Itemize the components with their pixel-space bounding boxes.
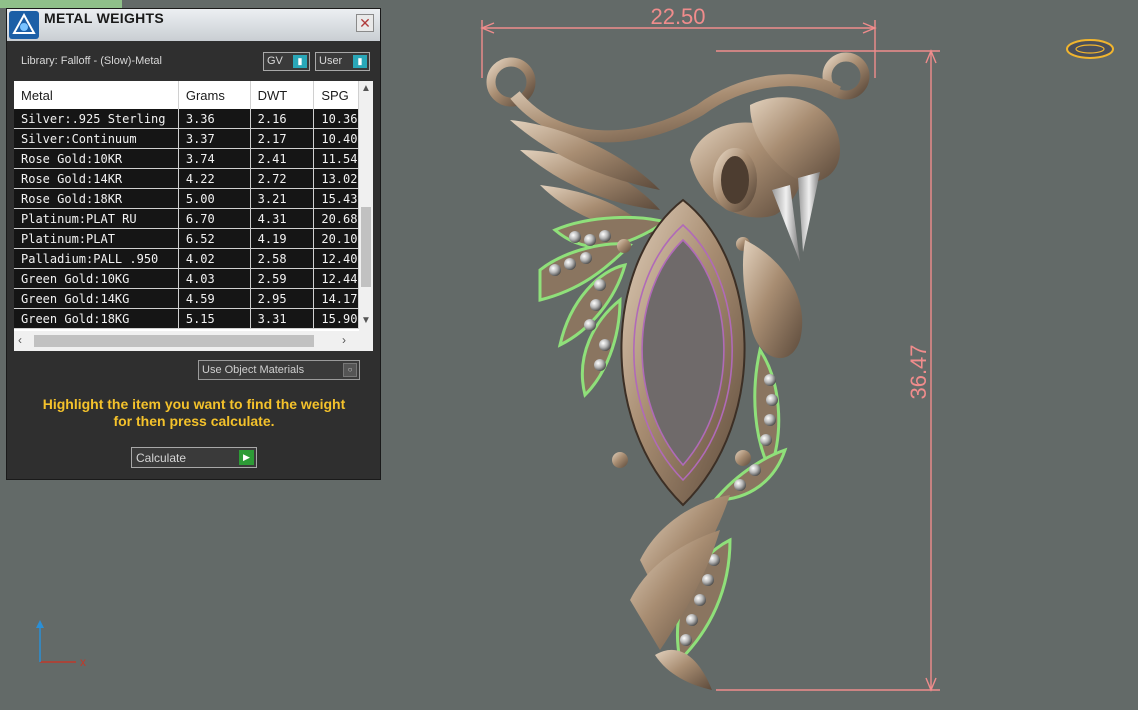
view-navigation-icon[interactable] xyxy=(1066,39,1114,59)
column-header-metal[interactable]: Metal xyxy=(14,81,179,109)
table-row[interactable]: Green Gold:18KG 5.15 3.31 15.90 xyxy=(14,308,359,329)
spg-cell: 11.54 xyxy=(313,148,359,169)
user-toggle[interactable]: User ▮ xyxy=(315,52,370,71)
table-vertical-scrollbar[interactable]: ▲ ▼ xyxy=(359,81,373,331)
metal-cell: Rose Gold:10KR xyxy=(14,148,179,169)
grams-cell: 3.36 xyxy=(178,109,251,129)
spg-cell: 12.44 xyxy=(313,268,359,289)
dwt-cell: 2.16 xyxy=(250,109,315,129)
axis-gizmo: x xyxy=(36,620,86,669)
metal-weights-table: Metal Grams DWT SPG Silver:.925 Sterling… xyxy=(14,81,359,329)
dwt-cell: 4.19 xyxy=(250,228,315,249)
table-header-row: Metal Grams DWT SPG xyxy=(14,81,359,109)
spg-cell: 20.10 xyxy=(313,228,359,249)
spg-cell: 13.02 xyxy=(313,168,359,189)
instruction-text: Highlight the item you want to find the … xyxy=(19,396,369,430)
grams-cell: 4.22 xyxy=(178,168,251,189)
metal-weights-table-container[interactable]: Metal Grams DWT SPG Silver:.925 Sterling… xyxy=(14,81,373,351)
radio-indicator-icon: ○ xyxy=(343,363,357,377)
play-icon: ▶ xyxy=(239,450,254,465)
spg-cell: 15.43 xyxy=(313,188,359,209)
dwt-cell: 2.41 xyxy=(250,148,315,169)
horizontal-scroll-thumb[interactable] xyxy=(34,335,314,347)
grams-cell: 4.03 xyxy=(178,268,251,289)
spg-cell: 15.90 xyxy=(313,308,359,329)
table-row[interactable]: Green Gold:14KG 4.59 2.95 14.17 xyxy=(14,288,359,309)
dwt-cell: 2.95 xyxy=(250,288,315,309)
spg-cell: 10.36 xyxy=(313,109,359,129)
metal-cell: Platinum:PLAT xyxy=(14,228,179,249)
metal-cell: Silver:Continuum xyxy=(14,128,179,149)
dialog-title: METAL WEIGHTS xyxy=(44,10,165,26)
table-row[interactable]: Rose Gold:10KR 3.74 2.41 11.54 xyxy=(14,148,359,169)
table-horizontal-scrollbar[interactable]: ‹ › xyxy=(14,331,373,351)
scroll-up-icon[interactable]: ▲ xyxy=(359,83,373,94)
column-header-dwt[interactable]: DWT xyxy=(250,81,315,109)
library-label: Library: Falloff - (Slow)-Metal xyxy=(21,55,162,67)
metal-cell: Rose Gold:18KR xyxy=(14,188,179,209)
dwt-cell: 4.31 xyxy=(250,208,315,229)
grams-cell: 3.74 xyxy=(178,148,251,169)
grams-cell: 3.37 xyxy=(178,128,251,149)
dwt-cell: 3.31 xyxy=(250,308,315,329)
dwt-cell: 2.58 xyxy=(250,248,315,269)
column-header-spg[interactable]: SPG xyxy=(313,81,359,109)
height-dimension-label: 36.47 xyxy=(906,344,931,399)
grams-cell: 5.00 xyxy=(178,188,251,209)
calculate-button-label: Calculate xyxy=(136,451,187,465)
toggle-knob-icon: ▮ xyxy=(353,55,367,68)
spg-cell: 20.68 xyxy=(313,208,359,229)
scroll-left-icon[interactable]: ‹ xyxy=(18,333,22,347)
metal-cell: Rose Gold:14KR xyxy=(14,168,179,189)
scroll-right-icon[interactable]: › xyxy=(342,333,346,347)
pendant-model[interactable] xyxy=(486,52,870,690)
axis-x-label: x xyxy=(80,655,86,669)
table-row[interactable]: Rose Gold:14KR 4.22 2.72 13.02 xyxy=(14,168,359,189)
vertical-scroll-thumb[interactable] xyxy=(361,207,371,287)
dwt-cell: 3.21 xyxy=(250,188,315,209)
dwt-cell: 2.59 xyxy=(250,268,315,289)
use-object-materials-label: Use Object Materials xyxy=(202,364,305,376)
gv-toggle[interactable]: GV ▮ xyxy=(263,52,310,71)
table-row[interactable]: Platinum:PLAT RU 6.70 4.31 20.68 xyxy=(14,208,359,229)
grams-cell: 6.70 xyxy=(178,208,251,229)
table-row[interactable]: Palladium:PALL .950 4.02 2.58 12.40 xyxy=(14,248,359,269)
dwt-cell: 2.17 xyxy=(250,128,315,149)
calculate-button[interactable]: Calculate ▶ xyxy=(131,447,257,468)
instruction-line-1: Highlight the item you want to find the … xyxy=(42,396,346,412)
scroll-down-icon[interactable]: ▼ xyxy=(359,315,373,326)
width-dimension-label: 22.50 xyxy=(650,4,705,29)
metal-cell: Green Gold:14KG xyxy=(14,288,179,309)
metal-cell: Green Gold:18KG xyxy=(14,308,179,329)
app-logo-icon xyxy=(9,11,39,39)
spg-cell: 14.17 xyxy=(313,288,359,309)
metal-cell: Palladium:PALL .950 xyxy=(14,248,179,269)
metal-cell: Green Gold:10KG xyxy=(14,268,179,289)
metal-cell: Platinum:PLAT RU xyxy=(14,208,179,229)
table-row[interactable]: Rose Gold:18KR 5.00 3.21 15.43 xyxy=(14,188,359,209)
user-toggle-label: User xyxy=(319,55,343,67)
metal-weights-dialog: METAL WEIGHTS ✕ Library: Falloff - (Slow… xyxy=(6,8,381,480)
toggle-knob-icon: ▮ xyxy=(293,55,307,68)
table-row[interactable]: Green Gold:10KG 4.03 2.59 12.44 xyxy=(14,268,359,289)
spg-cell: 10.40 xyxy=(313,128,359,149)
metal-cell: Silver:.925 Sterling xyxy=(14,109,179,129)
dwt-cell: 2.72 xyxy=(250,168,315,189)
grams-cell: 4.59 xyxy=(178,288,251,309)
instruction-line-2: for then press calculate. xyxy=(113,413,275,429)
close-button[interactable]: ✕ xyxy=(356,14,374,32)
gv-toggle-label: GV xyxy=(267,55,283,67)
table-row[interactable]: Silver:Continuum 3.37 2.17 10.40 xyxy=(14,128,359,149)
grams-cell: 6.52 xyxy=(178,228,251,249)
use-object-materials-toggle[interactable]: Use Object Materials ○ xyxy=(198,360,360,380)
grams-cell: 4.02 xyxy=(178,248,251,269)
grams-cell: 5.15 xyxy=(178,308,251,329)
dialog-titlebar[interactable]: METAL WEIGHTS ✕ xyxy=(7,9,380,41)
table-row[interactable]: Silver:.925 Sterling 3.36 2.16 10.36 xyxy=(14,109,359,129)
table-row[interactable]: Platinum:PLAT 6.52 4.19 20.10 xyxy=(14,228,359,249)
spg-cell: 12.40 xyxy=(313,248,359,269)
column-header-grams[interactable]: Grams xyxy=(178,81,251,109)
